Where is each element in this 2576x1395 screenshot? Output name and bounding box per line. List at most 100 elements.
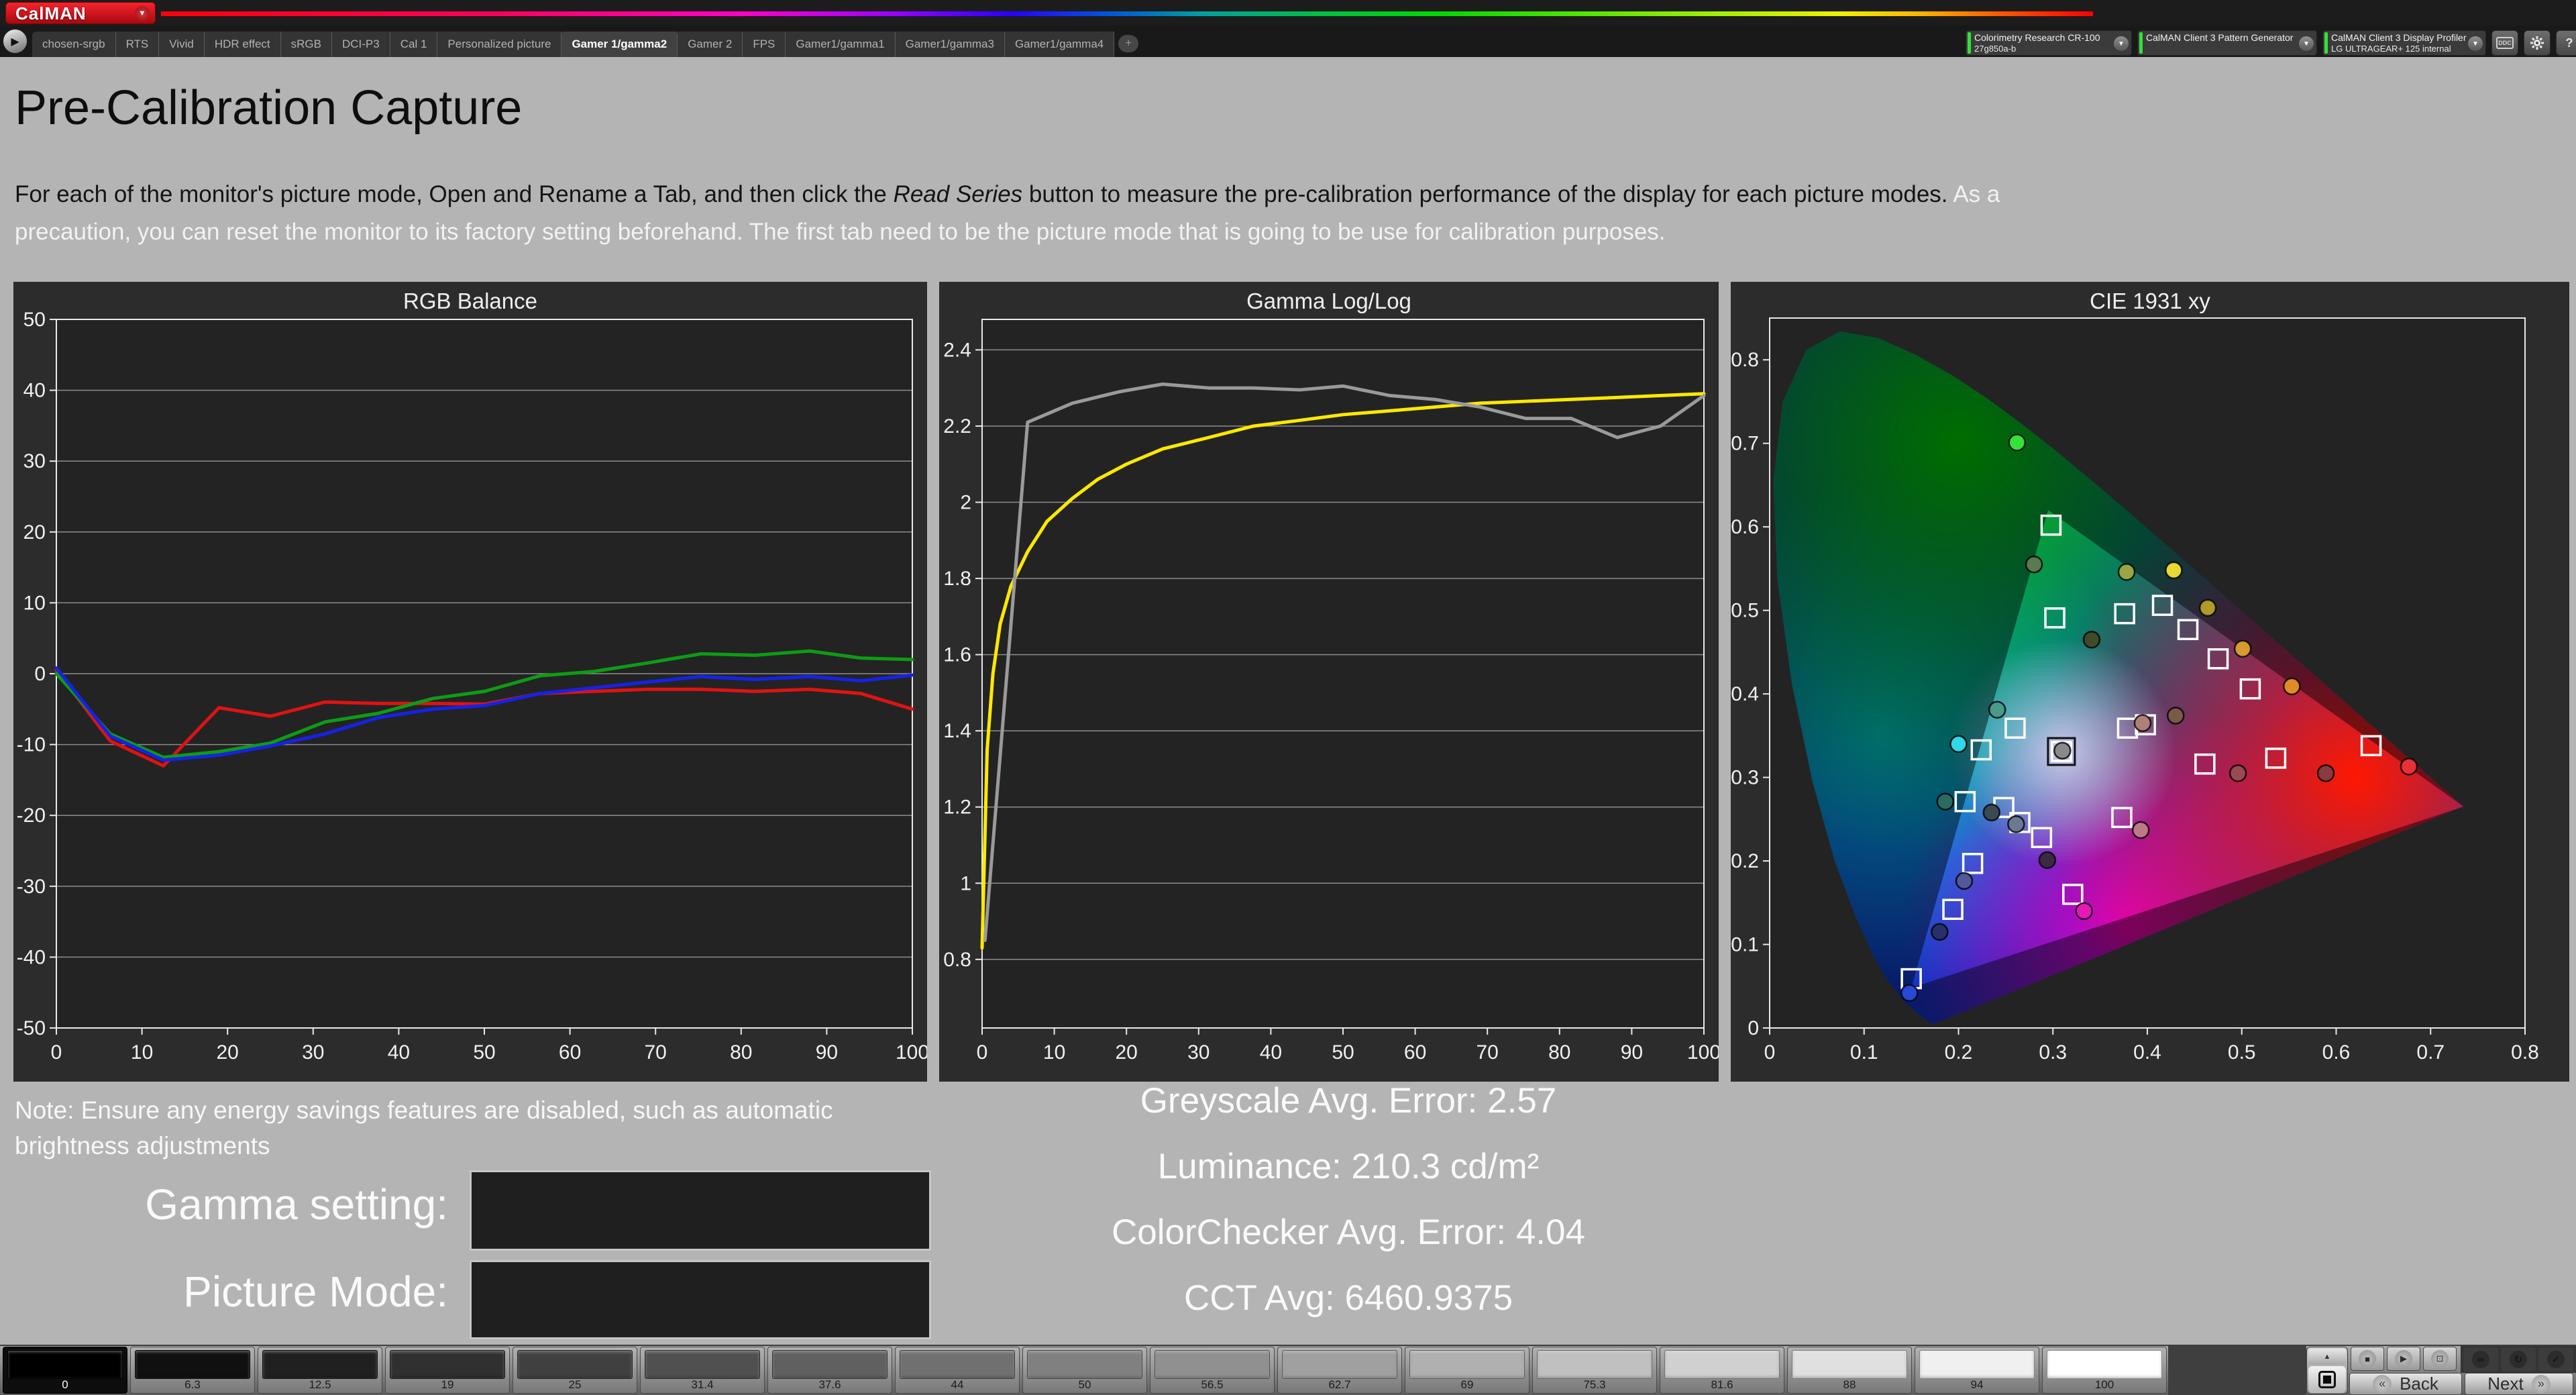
pattern-window-controls: ▲ — [2306, 1347, 2348, 1394]
svg-text:-50: -50 — [17, 1017, 46, 1039]
svg-text:2.2: 2.2 — [943, 415, 971, 437]
measured-point — [1955, 872, 1974, 890]
measured-point — [2008, 433, 2027, 452]
stop-button[interactable]: ■ — [2351, 1347, 2384, 1371]
pattern-swatch-56.5[interactable]: 56.5 — [1150, 1347, 1275, 1394]
svg-text:100: 100 — [1687, 1041, 1719, 1064]
measured-point — [2316, 764, 2335, 782]
pattern-swatch-88[interactable]: 88 — [1787, 1347, 1912, 1394]
tab-gamer1-gamma1[interactable]: Gamer1/gamma1 — [786, 32, 896, 57]
picture-mode-label: Picture Mode: — [183, 1268, 448, 1316]
stat-line: Luminance: 210.3 cd/m² — [1157, 1147, 1540, 1186]
tab-gamer1-gamma3[interactable]: Gamer1/gamma3 — [895, 32, 1005, 57]
pattern-expand-button[interactable]: ▲ — [2308, 1349, 2346, 1365]
gamma-setting-input[interactable] — [470, 1170, 931, 1251]
pattern-swatch-6.3[interactable]: 6.3 — [130, 1347, 255, 1394]
pattern-swatch-31.4[interactable]: 31.4 — [640, 1347, 765, 1394]
chart-title: Gamma Log/Log — [1246, 289, 1411, 313]
calman-logo-menu[interactable]: CalMAN ▼ — [5, 2, 156, 24]
chevron-down-icon: ▼ — [135, 5, 150, 21]
chevrons-right-icon: » — [2531, 1374, 2551, 1394]
tab-vivid[interactable]: Vivid — [159, 32, 205, 57]
tab-personalized-picture[interactable]: Personalized picture — [437, 32, 562, 57]
svg-text:1: 1 — [960, 872, 971, 894]
measured-point — [2198, 599, 2217, 617]
instructions-line1: For each of the monitor's picture mode, … — [15, 181, 2000, 207]
pattern-window-button[interactable] — [2308, 1366, 2346, 1393]
device-dropdown-3[interactable]: CalMAN Client 3 Display Profiler LG ULTRA… — [2322, 30, 2486, 56]
accept-measure-button[interactable]: ✓ — [2538, 1347, 2573, 1372]
swatch-color — [900, 1350, 1015, 1379]
measured-point — [2166, 707, 2185, 725]
pattern-swatch-0[interactable]: 0 — [3, 1347, 127, 1394]
infinity-icon: ∞ — [2472, 1351, 2489, 1368]
svg-text:1.4: 1.4 — [943, 720, 971, 742]
add-tab-button[interactable]: + — [1118, 35, 1139, 52]
svg-text:0.6: 0.6 — [2322, 1041, 2351, 1064]
chart-title: CIE 1931 xy — [2090, 289, 2210, 313]
tab-hdr-effect[interactable]: HDR effect — [204, 32, 281, 57]
chevron-down-icon: ▼ — [2114, 36, 2129, 51]
pattern-swatch-50[interactable]: 50 — [1022, 1347, 1147, 1394]
rgb-balance-chart: RGB Balance -50 -40 -30 -20 -10 0 10 20 30 40 50 0 1… — [13, 282, 927, 1082]
svg-text:70: 70 — [1477, 1041, 1499, 1064]
cie-plot: 0 0.1 0.2 0.3 0.4 0.5 0.6 0.7 0.8 0 0.1 0.2 0.3 0.4 0.… — [1731, 317, 2539, 1064]
pattern-swatch-94[interactable]: 94 — [1915, 1347, 2039, 1394]
tab-gamer1-gamma4[interactable]: Gamer1/gamma4 — [1004, 32, 1115, 57]
svg-text:0.5: 0.5 — [2228, 1041, 2256, 1064]
pattern-swatch-69[interactable]: 69 — [1405, 1347, 1529, 1394]
svg-text:90: 90 — [816, 1041, 838, 1064]
device-dropdown-2[interactable]: CalMAN Client 3 Pattern Generator ▼ — [2137, 30, 2317, 56]
sync-measure-button[interactable]: ↻ — [2501, 1347, 2536, 1372]
tab-gamer-2[interactable]: Gamer 2 — [678, 32, 743, 57]
pattern-swatch-37.6[interactable]: 37.6 — [767, 1347, 892, 1394]
ddc-button[interactable]: DDC — [2491, 30, 2518, 56]
swatch-color — [1409, 1350, 1525, 1379]
picture-mode-input[interactable] — [470, 1260, 931, 1339]
pattern-swatch-44[interactable]: 44 — [895, 1347, 1020, 1394]
svg-text:0.7: 0.7 — [1731, 433, 1759, 455]
measure-mode-group: ∞ ↻ ✓ — [2461, 1346, 2576, 1373]
measured-point — [2233, 639, 2252, 658]
pattern-size-button[interactable]: ⊡ — [2423, 1347, 2457, 1371]
device-detail: LG ULTRAGEAR+ 125 internal — [2331, 44, 2451, 54]
svg-text:0.8: 0.8 — [1731, 349, 1759, 371]
measured-point — [2025, 555, 2043, 574]
ddc-monitor-icon: DDC — [2496, 37, 2514, 49]
measured-point — [2165, 561, 2183, 580]
tab-scroll-button[interactable]: ▶ — [3, 29, 28, 54]
note-text: Note: Ensure any energy savings features… — [15, 1096, 833, 1159]
tab-gamer-1-gamma2[interactable]: Gamer 1/gamma2 — [561, 32, 678, 57]
pattern-swatch-81.6[interactable]: 81.6 — [1660, 1347, 1784, 1394]
device-connection-bar: Colorimetry Research CR-100 27g850a-b ▼ Cal… — [1966, 30, 2576, 56]
pattern-swatch-100[interactable]: 100 — [2042, 1347, 2167, 1394]
tab-srgb[interactable]: sRGB — [280, 32, 332, 57]
swatch-color — [2047, 1350, 2162, 1379]
pattern-swatch-25[interactable]: 25 — [513, 1347, 637, 1394]
tab-fps[interactable]: FPS — [743, 32, 786, 57]
continuous-measure-button[interactable]: ∞ — [2463, 1347, 2498, 1372]
svg-text:0.1: 0.1 — [1850, 1041, 1878, 1064]
settings-button[interactable] — [2524, 30, 2551, 56]
measured-point — [1931, 923, 1949, 941]
next-label: Next — [2487, 1374, 2524, 1394]
pattern-swatch-75.3[interactable]: 75.3 — [1532, 1347, 1657, 1394]
back-button[interactable]: « Back — [2349, 1373, 2462, 1395]
svg-text:-40: -40 — [17, 946, 46, 968]
next-button[interactable]: Next » — [2465, 1373, 2573, 1395]
rgb-balance-plot: -50-40-30-20-10010203040500 10 20 30 40 50 60 7… — [17, 309, 927, 1064]
tab-chosen-srgb[interactable]: chosen-srgb — [32, 32, 116, 57]
device-dropdown-1[interactable]: Colorimetry Research CR-100 27g850a-b ▼ — [1966, 30, 2132, 56]
swatch-color — [262, 1350, 378, 1379]
swatch-label: 69 — [1460, 1378, 1474, 1391]
tab-cal-1[interactable]: Cal 1 — [390, 32, 438, 57]
tab-dci-p3[interactable]: DCI-P3 — [331, 32, 390, 57]
pattern-bar: 0 6.3 12.5 19 25 31.4 37.6 44 50 56.5 62.7 69 75.3 81… — [0, 1345, 2576, 1395]
play-button[interactable]: ▶ — [2387, 1347, 2420, 1371]
pattern-swatch-12.5[interactable]: 12.5 — [258, 1347, 382, 1394]
tab-rts[interactable]: RTS — [115, 32, 160, 57]
help-button[interactable]: ? — [2556, 30, 2576, 56]
pattern-swatch-62.7[interactable]: 62.7 — [1277, 1347, 1402, 1394]
measured-point — [2229, 764, 2247, 782]
pattern-swatch-19[interactable]: 19 — [385, 1347, 510, 1394]
